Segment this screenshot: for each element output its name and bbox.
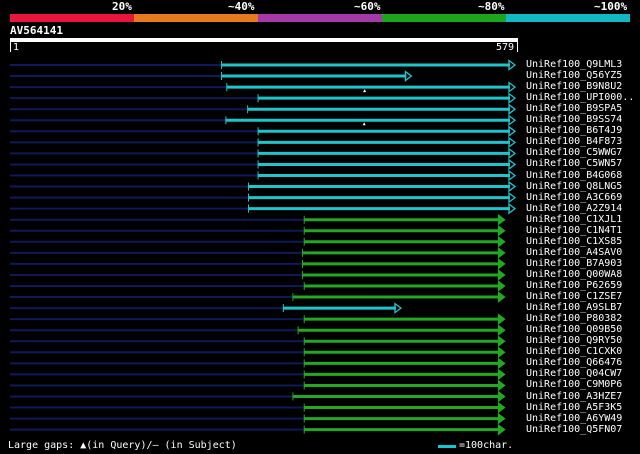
- hit-label[interactable]: UniRef100_UPI000..: [526, 92, 634, 103]
- hit-label[interactable]: UniRef100_B4F873: [526, 136, 622, 147]
- hit-label[interactable]: UniRef100_P80382: [526, 313, 622, 324]
- hit-end-arrow: [497, 224, 506, 237]
- hit-label[interactable]: UniRef100_C1XS85: [526, 236, 622, 247]
- hit-label[interactable]: UniRef100_Q9RY50: [526, 335, 622, 346]
- hit-label[interactable]: UniRef100_C1ZSE7: [526, 291, 622, 302]
- hit-label[interactable]: UniRef100_A6YW49: [526, 413, 622, 424]
- hit-label[interactable]: UniRef100_B9SS74: [526, 114, 622, 125]
- hit-label[interactable]: UniRef100_A5F3K5: [526, 402, 622, 413]
- hit-label[interactable]: UniRef100_B9N8U2: [526, 81, 622, 92]
- hit-end-arrow: [497, 313, 506, 325]
- hit-end-arrow: [497, 236, 506, 248]
- hit-end-arrow: [497, 269, 506, 281]
- hit-end-arrow: [497, 213, 506, 226]
- hit-end-arrow: [497, 379, 506, 392]
- scale-legend: =100char.: [459, 440, 514, 451]
- hit-label[interactable]: UniRef100_A9SLB7: [526, 302, 622, 313]
- hit-label[interactable]: UniRef100_Q00WA8: [526, 269, 622, 280]
- hit-label[interactable]: UniRef100_Q09B50: [526, 324, 622, 335]
- hit-end-arrow: [497, 346, 506, 359]
- hit-label[interactable]: UniRef100_Q66476: [526, 357, 622, 368]
- hit-end-arrow: [497, 324, 506, 337]
- hit-label[interactable]: UniRef100_B4G068: [526, 170, 622, 181]
- large-gaps-legend: Large gaps: ▲(in Query)/– (in Subject): [8, 440, 237, 451]
- hit-end-arrow: [497, 401, 506, 414]
- hit-end-arrow: [497, 368, 506, 381]
- hit-end-arrow: [497, 335, 506, 348]
- hit-label[interactable]: UniRef100_P62659: [526, 280, 622, 291]
- hit-label[interactable]: UniRef100_B7A903: [526, 258, 622, 269]
- hit-label[interactable]: UniRef100_Q5FN07: [526, 424, 622, 435]
- hit-label[interactable]: UniRef100_C5WN57: [526, 158, 622, 169]
- query-gap-marker: [363, 89, 367, 93]
- hit-label[interactable]: UniRef100_A2Z914: [526, 203, 622, 214]
- hit-end-arrow: [497, 280, 506, 292]
- hit-label[interactable]: UniRef100_B6T4J9: [526, 125, 622, 136]
- hit-label[interactable]: UniRef100_C1CXK0: [526, 346, 622, 357]
- scale-bar: [438, 445, 456, 448]
- hit-label[interactable]: UniRef100_C1N4T1: [526, 225, 622, 236]
- hit-label[interactable]: UniRef100_B9SPA5: [526, 103, 622, 114]
- hit-label[interactable]: UniRef100_Q8LNG5: [526, 181, 622, 192]
- hit-label[interactable]: UniRef100_Q56YZ5: [526, 70, 622, 81]
- hit-label[interactable]: UniRef100_A4SAV0: [526, 247, 622, 258]
- hit-end-arrow: [497, 291, 506, 303]
- hit-end-arrow: [497, 423, 506, 436]
- query-gap-marker: [362, 122, 366, 126]
- hit-label[interactable]: UniRef100_A3HZE7: [526, 391, 622, 402]
- hit-end-arrow: [497, 247, 506, 259]
- hit-label[interactable]: UniRef100_C9M0P6: [526, 379, 622, 390]
- hit-end-arrow: [497, 258, 506, 270]
- hit-label[interactable]: UniRef100_A3C669: [526, 192, 622, 203]
- hit-end-arrow: [497, 412, 506, 425]
- hit-label[interactable]: UniRef100_Q04CW7: [526, 368, 622, 379]
- hit-end-arrow: [497, 357, 506, 370]
- hit-label[interactable]: UniRef100_C1XJL1: [526, 214, 622, 225]
- hit-end-arrow: [497, 390, 506, 403]
- hit-label[interactable]: UniRef100_C5WWG7: [526, 147, 622, 158]
- hit-label[interactable]: UniRef100_Q9LML3: [526, 59, 622, 70]
